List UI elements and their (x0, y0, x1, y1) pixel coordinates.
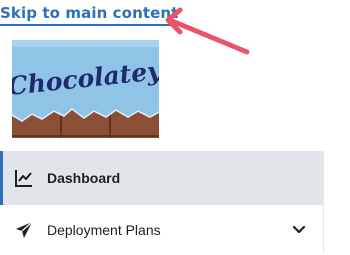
sidebar-item-label: Dashboard (47, 170, 121, 186)
sidebar-divider (323, 151, 324, 254)
line-chart-icon (15, 170, 32, 187)
chevron-down-icon[interactable] (292, 223, 306, 237)
chocolatey-logo-image: Chocolatey (6, 40, 164, 138)
sidebar: Dashboard Deployment Plans (0, 151, 350, 255)
paper-plane-icon (16, 221, 33, 238)
sidebar-item-deployment-plans[interactable]: Deployment Plans (0, 205, 323, 255)
sidebar-item-label: Deployment Plans (47, 222, 161, 238)
annotation-arrow (165, 7, 250, 55)
chocolatey-logo[interactable]: Chocolatey (6, 40, 164, 138)
sidebar-item-dashboard[interactable]: Dashboard (0, 151, 323, 205)
